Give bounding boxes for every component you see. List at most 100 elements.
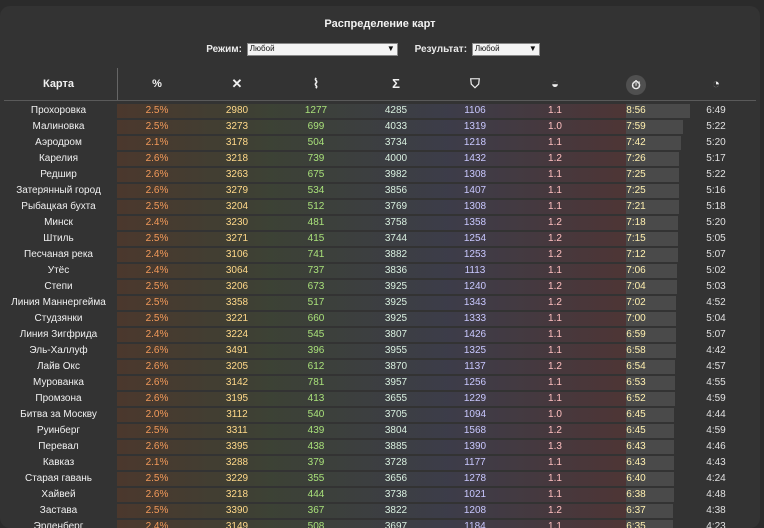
cell-wins: 379: [307, 457, 325, 468]
cell-ratio: 1.0: [548, 121, 562, 132]
cell-armor: 1308: [463, 169, 487, 180]
cell-total: 3925: [384, 281, 408, 292]
table-row[interactable]: Старая гавань 2.5% 3229 355 3656 1278 1.1 6:40 4…: [0, 471, 760, 487]
cell-total: 3807: [384, 329, 408, 340]
cell-time: 7:12: [626, 249, 646, 260]
cell-map-name: Лайв Окс: [36, 361, 81, 372]
mode-select[interactable]: Любой ▼: [246, 43, 398, 56]
cell-map-name: Старая гавань: [24, 473, 93, 484]
cell-time: 6:38: [626, 489, 646, 500]
car-icon[interactable]: ◒: [515, 68, 595, 100]
cell-battles: 3491: [225, 345, 249, 356]
cell-battles: 3178: [225, 137, 249, 148]
cell-total: 3769: [384, 201, 408, 212]
table-row[interactable]: Редшир 2.6% 3263 675 3982 1308 1.1 7:25 5:22: [0, 167, 760, 183]
mode-label: Режим:: [206, 44, 243, 56]
column-header-percent[interactable]: %: [117, 68, 197, 100]
table-row[interactable]: Карелия 2.6% 3218 739 4000 1432 1.2 7:26 5:17: [0, 151, 760, 167]
cell-total: 3885: [384, 441, 408, 452]
table-row[interactable]: Затерянный город 2.6% 3279 534 3856 1407 1.1 7:…: [0, 183, 760, 199]
cell-map-name: Песчаная река: [24, 249, 93, 260]
cell-armor: 1343: [463, 297, 487, 308]
table-row[interactable]: Перевал 2.6% 3395 438 3885 1390 1.3 6:43 4:46: [0, 439, 760, 455]
table-row[interactable]: Руинберг 2.5% 3311 439 3804 1568 1.2 6:45 4:59: [0, 423, 760, 439]
cell-percent: 2.6%: [145, 489, 169, 500]
cell-map-name: Руинберг: [36, 425, 81, 436]
cell-ratio: 1.2: [548, 425, 562, 436]
cell-wins: 396: [307, 345, 325, 356]
table-row[interactable]: Степи 2.5% 3206 673 3925 1240 1.2 7:04 5:03: [0, 279, 760, 295]
table-row[interactable]: Аэродром 2.1% 3178 504 3734 1218 1.1 7:42 5:20: [0, 135, 760, 151]
cell-time2: 4:55: [706, 377, 726, 388]
table-row[interactable]: Эль-Халлуф 2.6% 3491 396 3955 1325 1.1 6:58 4:42: [0, 343, 760, 359]
table-row[interactable]: Прохоровка 2.5% 2980 1277 4285 1106 1.1 8:56 6:4…: [0, 103, 760, 119]
cell-wins: 481: [307, 217, 325, 228]
cell-map-name: Кавказ: [42, 457, 75, 468]
table-row[interactable]: Мурованка 2.6% 3142 781 3957 1256 1.1 6:53 4:55: [0, 375, 760, 391]
cell-battles: 3271: [225, 233, 249, 244]
cell-time: 7:02: [626, 297, 646, 308]
table-row[interactable]: Хайвей 2.6% 3218 444 3738 1021 1.1 6:38 4:48: [0, 487, 760, 503]
cell-total: 3804: [384, 425, 408, 436]
table-row[interactable]: Промзона 2.6% 3195 413 3655 1229 1.1 6:52 4:59: [0, 391, 760, 407]
victory-icon[interactable]: ⌇: [275, 68, 357, 100]
cell-armor: 1137: [464, 361, 486, 372]
cell-time2: 5:17: [706, 153, 726, 164]
stopwatch-column-header[interactable]: ⏱: [596, 68, 676, 100]
cell-total: 3734: [384, 137, 408, 148]
sum-icon[interactable]: Σ: [357, 68, 435, 100]
column-header-map[interactable]: Карта: [0, 68, 117, 100]
cell-ratio: 1.2: [548, 233, 562, 244]
table-row[interactable]: Кавказ 2.1% 3288 379 3728 1177 1.1 6:43 4:43: [0, 455, 760, 471]
cell-ratio: 1.1: [548, 457, 562, 468]
table-row[interactable]: Малиновка 2.5% 3273 699 4033 1319 1.0 7:59 5:22: [0, 119, 760, 135]
cell-percent: 2.5%: [145, 313, 169, 324]
cell-battles: 3218: [225, 489, 249, 500]
cell-map-name: Минск: [44, 217, 73, 228]
cell-total: 3856: [384, 185, 408, 196]
cell-map-name: Битва за Москву: [20, 409, 97, 420]
table-row[interactable]: Линия Зигфрида 2.4% 3224 545 3807 1426 1.1 6:59…: [0, 327, 760, 343]
table-row[interactable]: Битва за Москву 2.0% 3112 540 3705 1094 1.0 6:4…: [0, 407, 760, 423]
crossed-swords-icon[interactable]: ✕: [197, 68, 277, 100]
cell-battles: 3273: [225, 121, 249, 132]
table-row[interactable]: Линия Маннергейма 2.5% 3358 517 3925 1343 1.2 7…: [0, 295, 760, 311]
result-select[interactable]: Любой ▼: [471, 43, 540, 56]
table-header: Карта % ✕ ⌇ Σ ⛉ ◒ ⏱ ◔: [0, 68, 760, 100]
table-row[interactable]: Застава 2.5% 3390 367 3822 1208 1.2 6:37 4:38: [0, 503, 760, 519]
cell-percent: 2.6%: [145, 361, 169, 372]
table-row[interactable]: Песчаная река 2.4% 3106 741 3882 1253 1.2 7:12 5…: [0, 247, 760, 263]
cell-time: 6:35: [626, 521, 646, 528]
cell-wins: 673: [307, 281, 325, 292]
shield-icon[interactable]: ⛉: [435, 68, 515, 100]
cell-time: 7:59: [626, 121, 646, 132]
cell-time2: 5:20: [706, 217, 726, 228]
cell-map-name: Хайвей: [41, 489, 76, 500]
cell-time: 7:18: [626, 217, 646, 228]
table-row[interactable]: Лайв Окс 2.6% 3205 612 3870 1137 1.2 6:54 4:57: [0, 359, 760, 375]
table-row[interactable]: Эрленберг 2.4% 3149 508 3697 1184 1.1 6:35 4:23: [0, 519, 760, 528]
cell-percent: 2.5%: [145, 121, 169, 132]
table-row[interactable]: Рыбацкая бухта 2.5% 3204 512 3769 1308 1.1 7:21…: [0, 199, 760, 215]
cell-time2: 4:59: [706, 393, 726, 404]
cell-wins: 415: [307, 233, 325, 244]
table-row[interactable]: Утёс 2.4% 3064 737 3836 1113 1.1 7:06 5:02: [0, 263, 760, 279]
cell-map-name: Эль-Халлуф: [29, 345, 88, 356]
cell-time2: 5:07: [706, 249, 726, 260]
cell-time: 6:58: [626, 345, 646, 356]
table-row[interactable]: Студзянки 2.5% 3221 660 3925 1333 1.1 7:00 5:04: [0, 311, 760, 327]
cell-armor: 1218: [463, 137, 487, 148]
cell-percent: 2.4%: [145, 265, 169, 276]
table-row[interactable]: Минск 2.4% 3230 481 3758 1358 1.2 7:18 5:20: [0, 215, 760, 231]
cell-time: 6:59: [626, 329, 646, 340]
table-row[interactable]: Штиль 2.5% 3271 415 3744 1254 1.2 7:15 5:05: [0, 231, 760, 247]
cell-ratio: 1.1: [548, 329, 562, 340]
cell-time: 7:26: [626, 153, 646, 164]
cell-wins: 1277: [304, 105, 328, 116]
cell-time2: 5:22: [706, 121, 726, 132]
car-timer-icon[interactable]: ◔: [676, 68, 756, 100]
cell-total: 3925: [384, 313, 408, 324]
cell-ratio: 1.3: [548, 441, 562, 452]
cell-time2: 5:18: [706, 201, 726, 212]
cell-map-name: Перевал: [38, 441, 79, 452]
